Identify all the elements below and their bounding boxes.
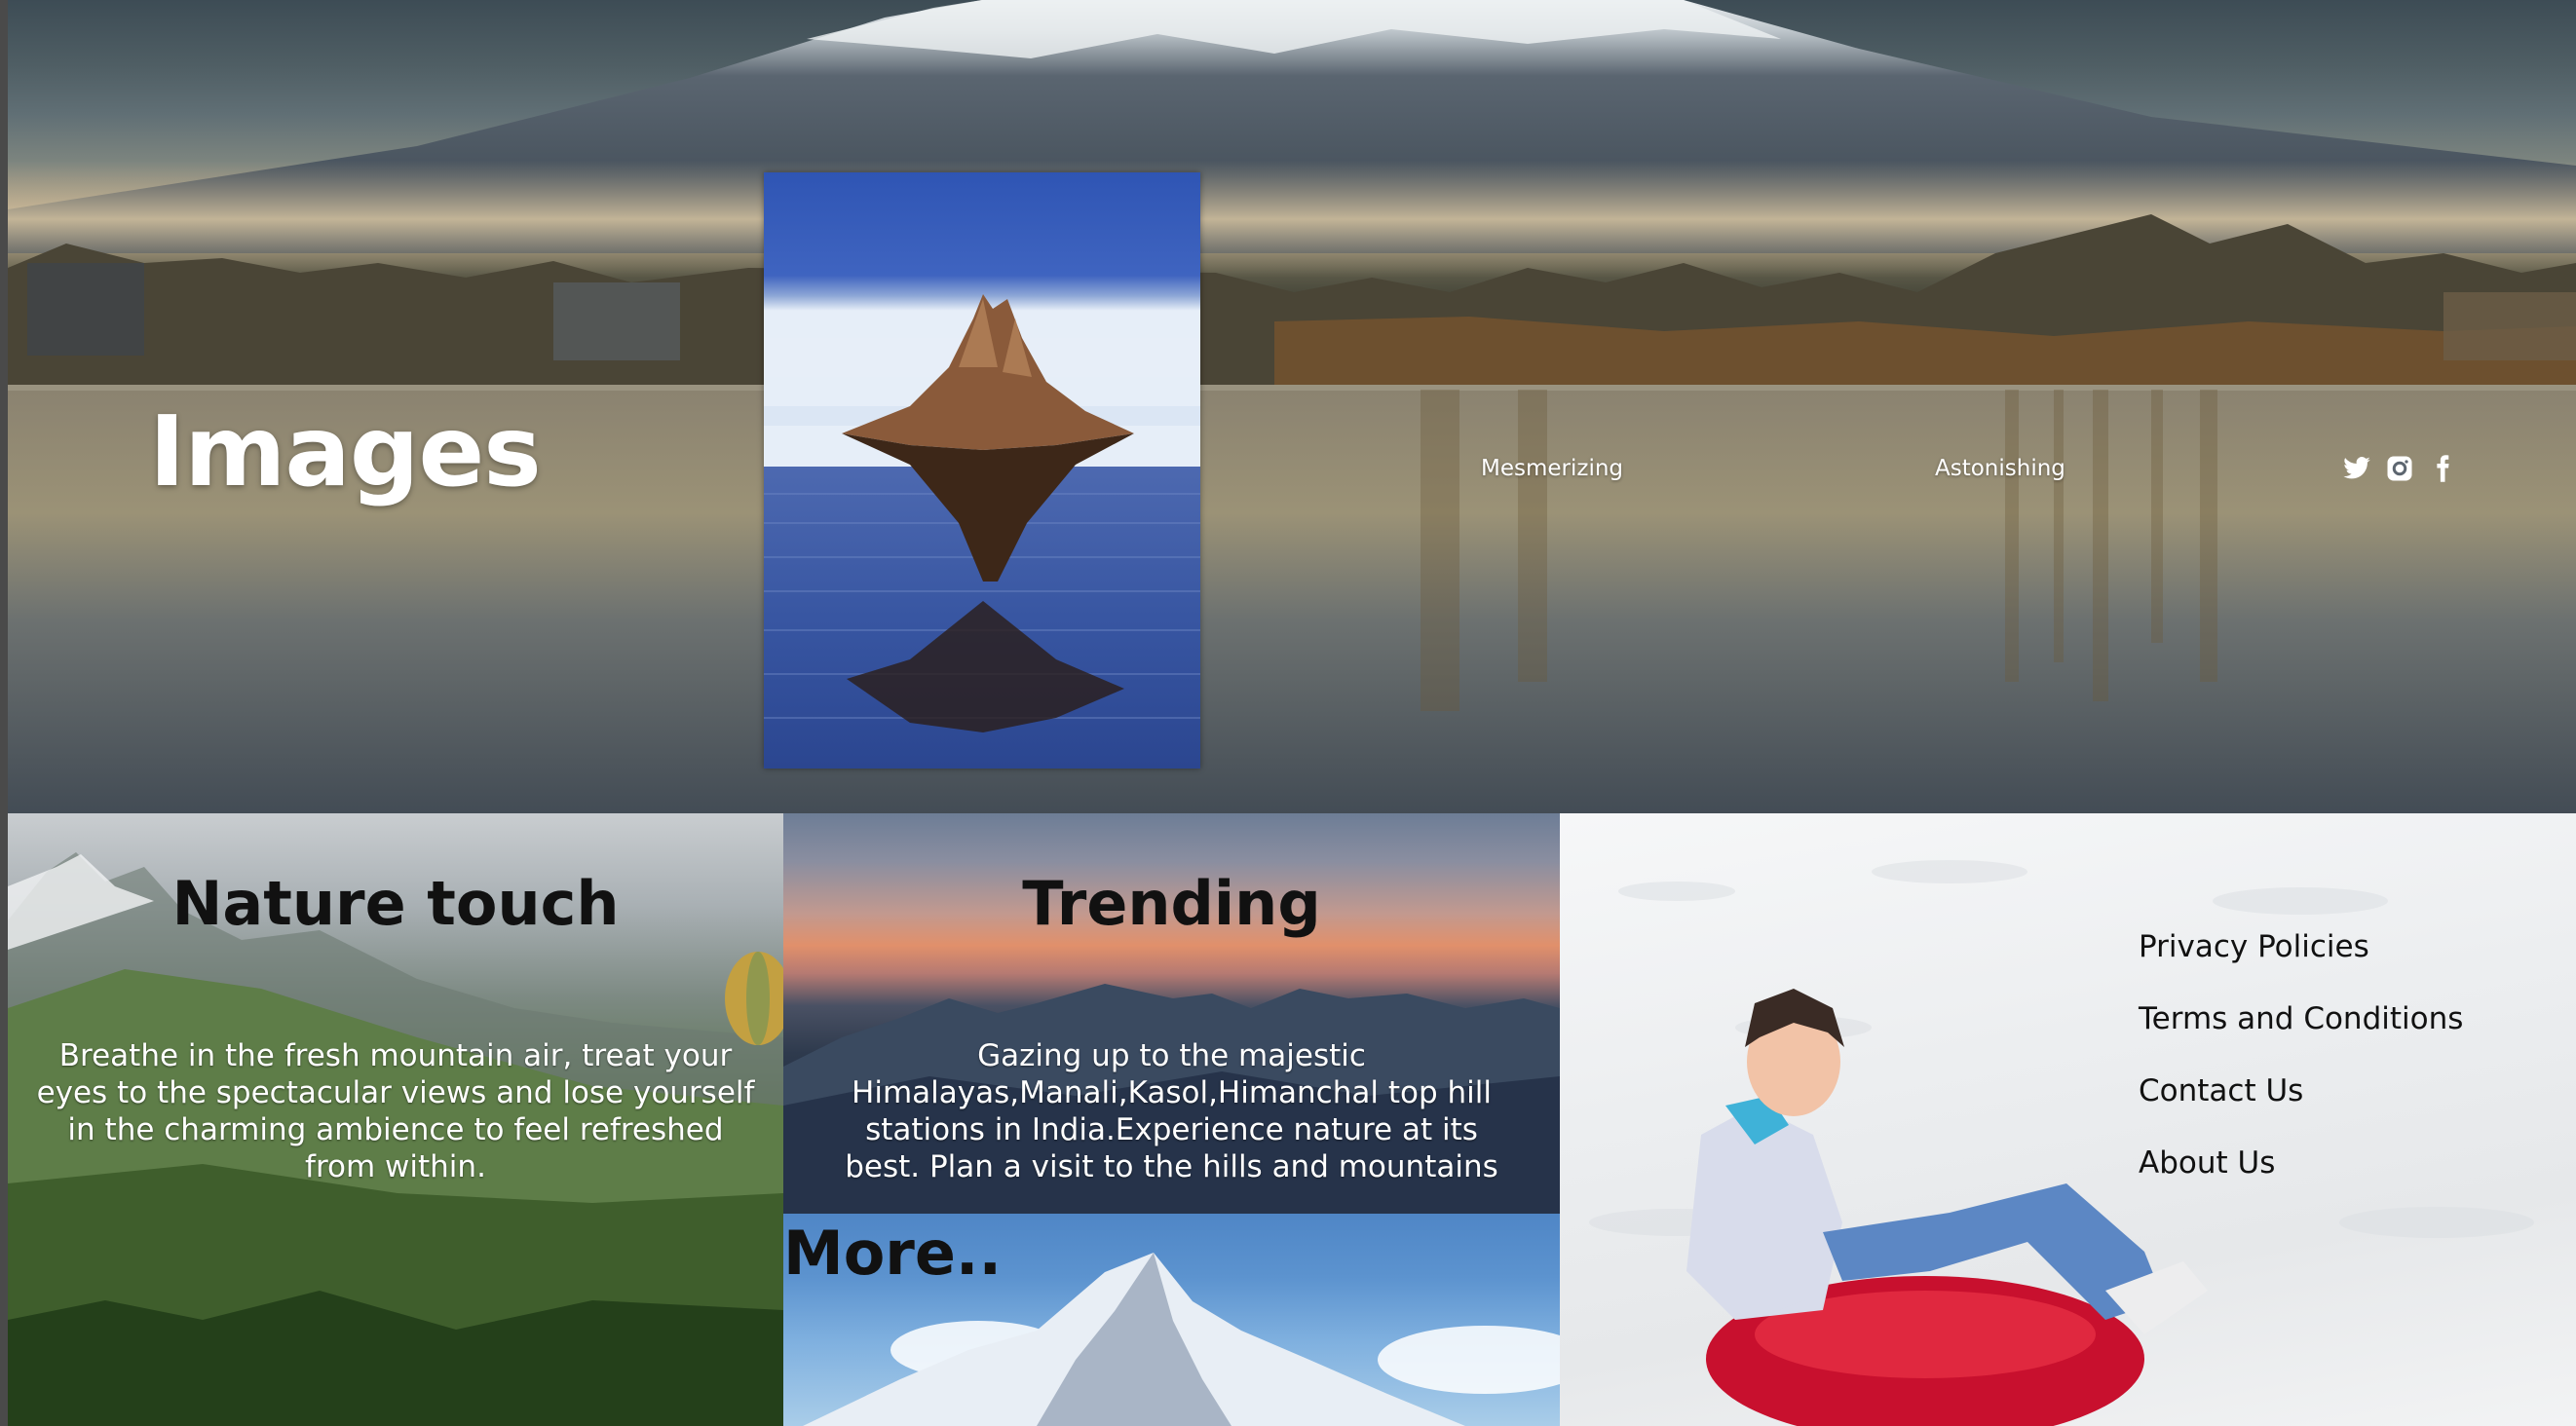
contact-us-link[interactable]: Contact Us	[2139, 1072, 2463, 1145]
featured-island-image	[764, 172, 1200, 769]
nature-touch-card: Nature touch Breathe in the fresh mounta…	[8, 813, 783, 1426]
about-us-link[interactable]: About Us	[2139, 1145, 2463, 1217]
trending-heading: Trending	[1022, 868, 1321, 939]
footer-links-card: Privacy Policies Terms and Conditions Co…	[1560, 813, 2576, 1426]
instagram-icon[interactable]	[2385, 454, 2414, 483]
more-heading[interactable]: More..	[783, 1218, 1002, 1289]
nature-touch-text: Breathe in the fresh mountain air, treat…	[36, 1038, 755, 1184]
page: Images Mesmerizing Astonishing Nature to…	[0, 0, 2576, 1426]
terms-and-conditions-link[interactable]: Terms and Conditions	[2139, 1000, 2463, 1072]
facebook-icon[interactable]	[2428, 454, 2457, 483]
site-title: Images	[149, 394, 542, 508]
nav-link-astonishing[interactable]: Astonishing	[1935, 456, 2065, 481]
footer-links: Privacy Policies Terms and Conditions Co…	[2139, 928, 2463, 1217]
twitter-icon[interactable]	[2342, 454, 2371, 483]
more-card[interactable]: More..	[783, 1214, 1560, 1426]
hero-section: Images Mesmerizing Astonishing	[8, 0, 2576, 813]
window-edge	[0, 0, 8, 1426]
nature-touch-heading: Nature touch	[171, 868, 620, 939]
trending-text: Gazing up to the majestic Himalayas,Mana…	[845, 1038, 1498, 1184]
trending-card: Trending Gazing up to the majestic Himal…	[783, 813, 1560, 1214]
privacy-policies-link[interactable]: Privacy Policies	[2139, 928, 2463, 1000]
floating-island-picture	[764, 172, 1200, 769]
nav-link-mesmerizing[interactable]: Mesmerizing	[1481, 456, 1623, 481]
